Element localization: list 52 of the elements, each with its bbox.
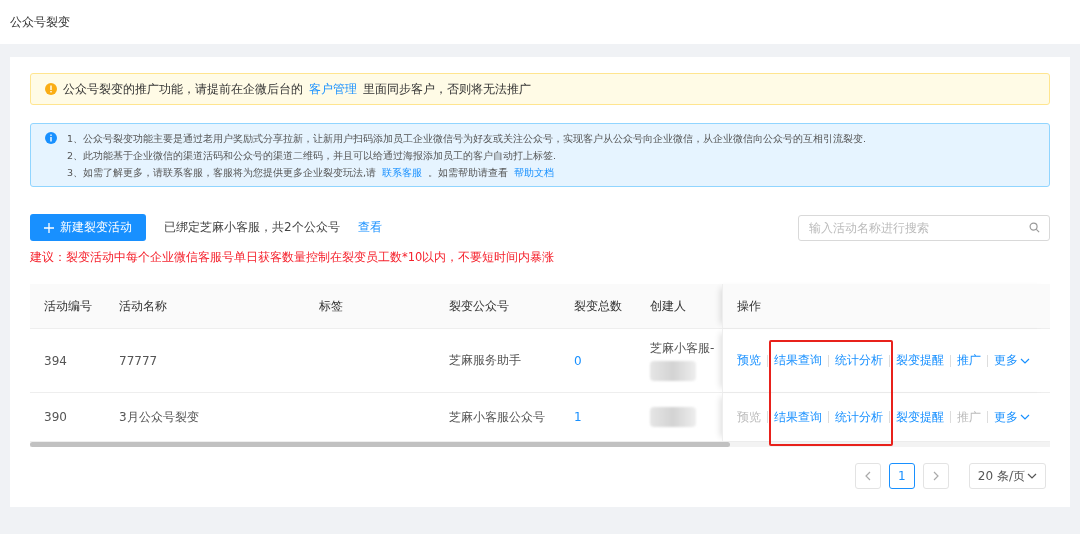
action-link[interactable]: 结果查询	[774, 408, 822, 426]
column-header: 创建人	[650, 297, 687, 315]
customer-management-link[interactable]: 客户管理	[309, 80, 357, 98]
new-campaign-button[interactable]: 新建裂变活动	[30, 214, 146, 241]
table-cell-text: 芝麻服务助手	[449, 352, 522, 369]
info-text: 。如需帮助请查看	[428, 166, 509, 180]
help-link[interactable]: 帮助文档	[514, 166, 555, 180]
contact-link[interactable]: 联系客服	[382, 166, 423, 180]
column-header: 裂变总数	[574, 297, 623, 315]
advice-text: 建议：裂变活动中每个企业微信客服号单日获客数量控制在裂变员工数*10以内，不要短时间内暴涨	[30, 250, 556, 265]
total-count-link[interactable]: 0	[574, 353, 636, 368]
search-icon	[1029, 221, 1040, 233]
warning-text: 公众号裂变的推广功能，请提前在企微后台的	[63, 80, 303, 98]
page-title: 公众号裂变	[10, 13, 70, 31]
action-link[interactable]: 更多	[994, 408, 1030, 426]
info-text: 2、此功能基于企业微信的渠道活码和公众号的渠道二维码，并且可以给通过海报添加员工的客户自动打上标签.	[67, 149, 558, 163]
action-link[interactable]: 推广	[957, 352, 981, 369]
chevron-down-icon	[1027, 471, 1037, 481]
column-header: 活动编号	[44, 297, 93, 315]
action-link[interactable]: 结果查询	[774, 352, 822, 369]
column-header: 裂变公众号	[449, 297, 510, 315]
chevron-down-icon	[1020, 412, 1030, 422]
action-link[interactable]: 裂变提醒	[896, 408, 944, 426]
plus-icon	[44, 222, 54, 233]
warning-text: 里面同步客户，否则将无法推广	[363, 80, 531, 98]
info-icon	[45, 132, 57, 144]
column-header: 活动名称	[119, 297, 168, 315]
info-text: 3、如需了解更多，请联系客服，客服将为您提供更多企业裂变玩法,请	[67, 166, 377, 180]
table-cell-text: 芝麻小客服-	[650, 340, 716, 357]
page-size-select[interactable]: 20 条/页	[968, 463, 1046, 489]
action-link[interactable]: 预览	[737, 352, 761, 369]
info-text: 1、公众号裂变功能主要是通过老用户奖励式分享拉新，让新用户扫码添加员工企业微信号为好友或关注公众号，实现客户从公众号向企业微信，从企业微信向公众号的互相引流裂变.	[67, 132, 867, 146]
table-cell-text: 394	[44, 353, 68, 368]
search-field[interactable]: 输入活动名称进行搜索	[798, 214, 1050, 241]
action-link[interactable]: 更多	[994, 352, 1030, 369]
table-cell-text: 芝麻小客服公众号	[449, 408, 546, 426]
bound-accounts-text: 已绑定芝麻小客服，共2个公众号	[164, 219, 340, 236]
warning-icon	[45, 83, 57, 95]
view-link[interactable]: 查看	[357, 219, 382, 236]
action-link[interactable]: 裂变提醒	[896, 352, 944, 369]
page-button[interactable]: 1	[888, 463, 915, 489]
scrollbar-thumb[interactable]	[30, 442, 730, 447]
action-link[interactable]: 统计分析	[835, 352, 883, 369]
table-cell-text: 77777	[119, 353, 159, 368]
next-page-button[interactable]	[922, 463, 949, 489]
prev-page-button[interactable]	[854, 463, 881, 489]
action-link[interactable]: 统计分析	[835, 408, 883, 426]
table-cell-text: 3月公众号裂变	[119, 408, 200, 426]
column-header: 操作	[737, 297, 761, 315]
column-header: 标签	[319, 297, 344, 315]
table-cell-text: 390	[44, 410, 68, 424]
total-count-link[interactable]: 1	[574, 410, 636, 424]
